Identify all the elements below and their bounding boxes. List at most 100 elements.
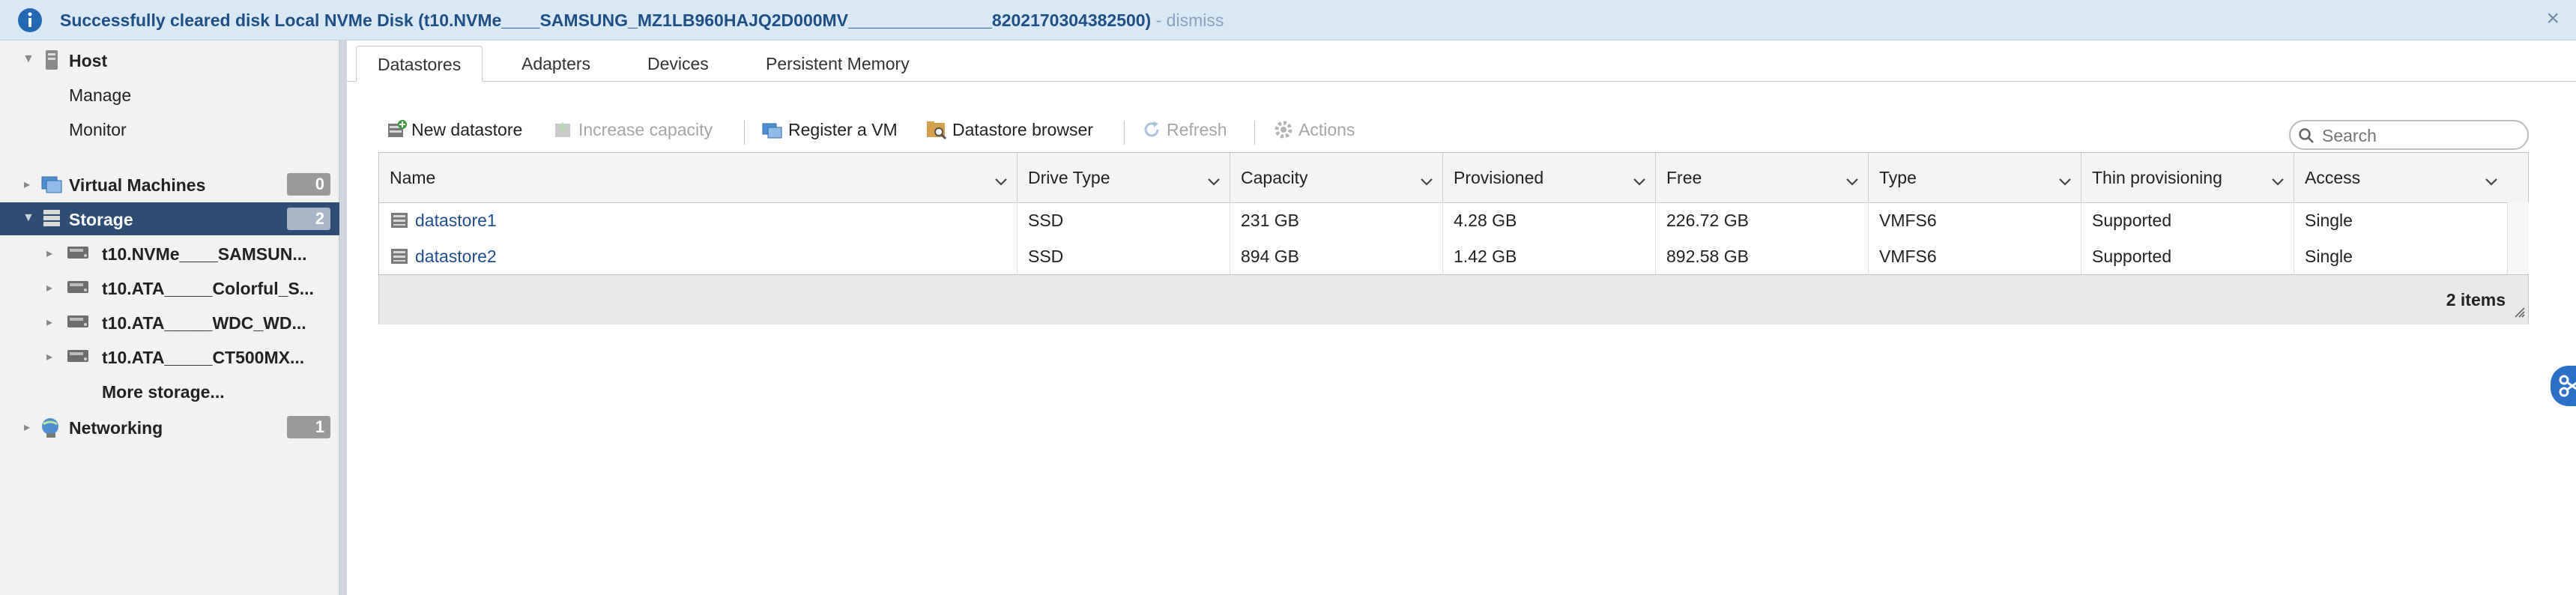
expand-right-icon[interactable]: ▸ — [46, 349, 52, 364]
register-vm-label: Register a VM — [788, 120, 898, 139]
datastore-name-link[interactable]: datastore2 — [379, 238, 1018, 274]
networking-icon — [39, 417, 63, 444]
nav-host-label: Host — [69, 51, 108, 70]
disk-icon — [66, 346, 90, 370]
table-row[interactable]: datastore1 SSD 231 GB 4.28 GB 226.72 GB … — [379, 202, 2507, 238]
nav-disk-label: t10.ATA_____CT500MX... — [102, 348, 305, 367]
chevron-down-icon[interactable] — [1420, 171, 1433, 191]
nav-disk-item[interactable]: ▸ t10.ATA_____CT500MX... — [0, 340, 339, 373]
chevron-down-icon[interactable] — [2485, 171, 2498, 191]
navigator-panel: ▼ Host Manage Monitor ▸ Virtual Machines… — [0, 40, 339, 595]
search-input[interactable] — [2320, 125, 2518, 146]
nav-manage[interactable]: Manage — [0, 78, 339, 111]
close-icon[interactable]: × — [2546, 6, 2560, 31]
vm-count-badge: 0 — [287, 173, 330, 196]
tab-adapters[interactable]: Adapters — [501, 46, 611, 82]
nav-disk-item[interactable]: ▸ t10.ATA_____WDC_WD... — [0, 306, 339, 339]
tab-devices[interactable]: Devices — [626, 46, 730, 82]
cell-drive-type: SSD — [1018, 202, 1230, 238]
column-header-name[interactable]: Name — [379, 153, 1018, 202]
storage-icon — [42, 208, 61, 232]
nav-more-storage[interactable]: More storage... — [0, 375, 339, 408]
chevron-down-icon[interactable] — [994, 171, 1008, 191]
expand-right-icon[interactable]: ▸ — [46, 280, 52, 295]
cell-thin-provisioning: Supported — [2081, 202, 2294, 238]
cell-capacity: 231 GB — [1230, 202, 1443, 238]
register-vm-button[interactable]: Register a VM — [761, 119, 898, 140]
actions-button[interactable]: Actions — [1273, 119, 1355, 140]
column-title: Free — [1666, 168, 1702, 187]
refresh-button[interactable]: Refresh — [1141, 119, 1227, 140]
disk-icon — [66, 277, 90, 301]
datastore-browser-button[interactable]: Datastore browser — [925, 119, 1093, 140]
column-header-drive-type[interactable]: Drive Type — [1018, 153, 1230, 202]
nav-manage-label: Manage — [69, 85, 132, 105]
search-field[interactable] — [2289, 120, 2529, 150]
column-title: Provisioned — [1454, 168, 1544, 187]
nav-disk-item[interactable]: ▸ t10.NVMe____SAMSUN... — [0, 237, 339, 270]
dismiss-link[interactable]: - dismiss — [1151, 10, 1224, 30]
disk-icon — [66, 243, 90, 267]
vertical-scrollbar[interactable] — [2507, 202, 2529, 274]
column-title: Drive Type — [1028, 168, 1110, 187]
storage-count-badge: 2 — [287, 208, 330, 230]
resize-handle-icon[interactable] — [2513, 306, 2525, 321]
cell-access: Single — [2305, 247, 2353, 266]
column-header-access[interactable]: Access — [2294, 153, 2528, 202]
nav-monitor-label: Monitor — [69, 120, 127, 139]
column-header-provisioned[interactable]: Provisioned — [1443, 153, 1656, 202]
increase-capacity-icon — [555, 122, 570, 137]
column-title: Name — [390, 168, 436, 187]
cell-capacity: 894 GB — [1230, 238, 1443, 274]
gear-icon — [1275, 121, 1292, 139]
host-icon — [43, 49, 60, 75]
networking-count-badge: 1 — [287, 416, 330, 438]
grid-footer: 2 items — [379, 274, 2528, 324]
tab-datastores[interactable]: Datastores — [356, 46, 483, 82]
nav-disk-item[interactable]: ▸ t10.ATA_____Colorful_S... — [0, 271, 339, 304]
column-header-type[interactable]: Type — [1869, 153, 2081, 202]
expand-right-icon[interactable]: ▸ — [24, 177, 30, 192]
nav-monitor[interactable]: Monitor — [0, 112, 339, 145]
datastore-browser-label: Datastore browser — [952, 120, 1093, 139]
increase-capacity-label: Increase capacity — [578, 120, 713, 139]
chevron-down-icon[interactable] — [1845, 171, 1859, 191]
column-header-thin-provisioning[interactable]: Thin provisioning — [2081, 153, 2294, 202]
chevron-down-icon[interactable] — [2058, 171, 2072, 191]
toolbar: New datastore Increase capacity Register… — [347, 112, 2576, 150]
column-title: Capacity — [1241, 168, 1308, 187]
expand-down-icon[interactable]: ▼ — [22, 211, 34, 225]
expand-down-icon[interactable]: ▼ — [22, 52, 34, 66]
chevron-down-icon[interactable] — [1633, 171, 1646, 191]
chevron-down-icon[interactable] — [2271, 171, 2285, 191]
side-panel-toggle[interactable] — [2551, 366, 2576, 406]
column-header-free[interactable]: Free — [1656, 153, 1869, 202]
column-title: Access — [2305, 168, 2361, 187]
table-row[interactable]: datastore2 SSD 894 GB 1.42 GB 892.58 GB … — [379, 238, 2507, 274]
nav-disk-label: t10.ATA_____Colorful_S... — [102, 279, 314, 298]
new-datastore-button[interactable]: New datastore — [386, 119, 522, 140]
cell-drive-type: SSD — [1018, 238, 1230, 274]
virtual-machines-icon — [40, 174, 63, 198]
nav-host[interactable]: ▼ Host — [0, 43, 339, 76]
expand-right-icon[interactable]: ▸ — [46, 246, 52, 261]
datastore-name-link[interactable]: datastore1 — [379, 202, 1018, 238]
nav-virtual-machines[interactable]: ▸ Virtual Machines 0 — [0, 168, 339, 201]
nav-storage[interactable]: ▼ Storage 2 — [0, 202, 339, 235]
expand-right-icon[interactable]: ▸ — [24, 420, 30, 435]
column-header-capacity[interactable]: Capacity — [1230, 153, 1443, 202]
increase-capacity-button[interactable]: Increase capacity — [553, 119, 713, 140]
column-title: Type — [1879, 168, 1917, 187]
toolbar-divider — [1124, 121, 1125, 145]
cell-free: 226.72 GB — [1656, 202, 1869, 238]
tab-persistent-memory[interactable]: Persistent Memory — [745, 46, 931, 82]
nav-networking[interactable]: ▸ Networking 1 — [0, 411, 339, 444]
notification-banner: Successfully cleared disk Local NVMe Dis… — [0, 0, 2576, 40]
column-title: Thin provisioning — [2092, 168, 2222, 187]
expand-right-icon[interactable]: ▸ — [46, 315, 52, 330]
toolbar-divider — [1254, 121, 1255, 145]
chevron-down-icon[interactable] — [1207, 171, 1221, 191]
new-datastore-label: New datastore — [411, 120, 523, 139]
navigator-splitter[interactable] — [339, 40, 347, 595]
cell-thin-provisioning: Supported — [2081, 238, 2294, 274]
